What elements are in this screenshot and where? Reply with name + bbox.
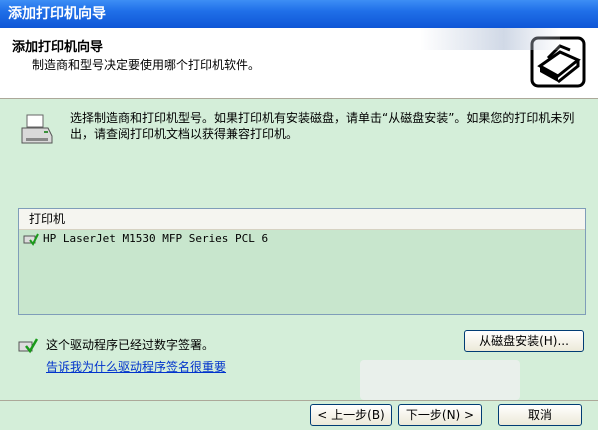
header-subtitle: 制造商和型号决定要使用哪个打印机软件。	[32, 58, 261, 72]
signed-driver-icon	[23, 233, 39, 246]
window-titlebar[interactable]: 添加打印机向导	[0, 0, 598, 28]
printer-list-header[interactable]: 打印机	[19, 209, 585, 230]
window-title: 添加打印机向导	[8, 6, 106, 22]
header-title: 添加打印机向导	[12, 40, 104, 55]
cancel-button[interactable]: 取消	[498, 404, 582, 426]
list-item-label: HP LaserJet M1530 MFP Series PCL 6	[43, 232, 269, 245]
screenshot-smudge	[420, 28, 560, 50]
have-disk-button[interactable]: 从磁盘安装(H)...	[464, 330, 584, 352]
signed-driver-icon	[18, 338, 38, 354]
printer-list[interactable]: 打印机 HP LaserJet M1530 MFP Series PCL 6	[18, 208, 586, 315]
screenshot-smudge	[360, 360, 520, 400]
printer-icon	[21, 114, 53, 144]
intro-text: 选择制造商和打印机型号。如果打印机有安装磁盘，请单击“从磁盘安装”。如果您的打印…	[70, 111, 575, 141]
signature-help-link[interactable]: 告诉我为什么驱动程序签名很重要	[46, 358, 226, 375]
signature-text: 这个驱动程序已经过数字签署。	[46, 338, 215, 352]
back-button[interactable]: < 上一步(B)	[310, 404, 392, 426]
next-button[interactable]: 下一步(N) >	[398, 404, 482, 426]
list-item[interactable]: HP LaserJet M1530 MFP Series PCL 6	[19, 230, 585, 248]
